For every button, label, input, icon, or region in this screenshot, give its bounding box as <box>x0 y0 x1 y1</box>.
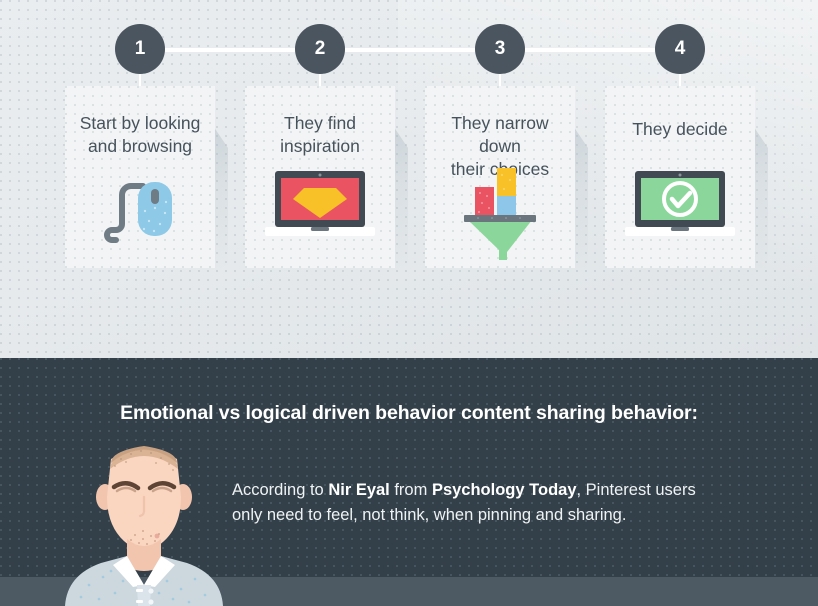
behavior-body-text: According to Nir Eyal from Psychology To… <box>232 478 710 528</box>
man-portrait-illustration <box>55 435 233 606</box>
step-card-3[interactable]: They narrow down their choices <box>425 86 575 268</box>
body-part-1: According to <box>232 481 329 499</box>
step-number-4: 4 <box>674 38 686 59</box>
step-badge-stem-4 <box>679 74 681 86</box>
step-title-line-2a: They find <box>284 113 356 133</box>
step-icon-wrap-4 <box>605 156 755 252</box>
timeline-segment-3-4 <box>524 48 656 52</box>
laptop-with-gem-icon <box>265 171 375 236</box>
step-title-line-4a: They decide <box>632 119 728 139</box>
step-badge-stem-2 <box>319 74 321 86</box>
step-title-line-2b: inspiration <box>280 136 360 157</box>
step-icon-wrap-3 <box>425 156 575 260</box>
timeline-segment-1-2 <box>164 48 296 52</box>
step-card-4[interactable]: They decide <box>605 86 755 268</box>
step-badge-1[interactable]: 1 <box>115 24 165 74</box>
man-portrait-svg <box>65 446 223 606</box>
step-badge-stem-1 <box>139 74 141 86</box>
body-bold-psychology-today: Psychology Today <box>431 481 577 499</box>
step-title-line-1b: and browsing <box>87 136 193 157</box>
step-number-3: 3 <box>494 38 506 59</box>
timeline-segment-2-3 <box>344 48 476 52</box>
step-card-title-4: They decide <box>605 118 755 141</box>
step-number-2: 2 <box>314 38 326 59</box>
behavior-heading: Emotional vs logical driven behavior con… <box>120 402 698 424</box>
step-card-1[interactable]: Start by looking and browsing <box>65 86 215 268</box>
step-badge-3[interactable]: 3 <box>475 24 525 74</box>
infographic-root: Start by looking and browsing 1 They fin… <box>0 0 818 606</box>
funnel-with-bars-icon <box>464 168 536 260</box>
step-badge-2[interactable]: 2 <box>295 24 345 74</box>
step-icon-wrap-2 <box>245 156 395 252</box>
steps-section: Start by looking and browsing 1 They fin… <box>0 0 818 358</box>
computer-mouse-icon <box>104 182 172 243</box>
step-badge-stem-3 <box>499 74 501 86</box>
step-title-line-1a: Start by looking <box>79 113 201 133</box>
step-card-title-1: Start by looking and browsing <box>65 112 215 158</box>
step-card-title-2: They find inspiration <box>245 112 395 158</box>
step-badge-4[interactable]: 4 <box>655 24 705 74</box>
step-number-1: 1 <box>134 38 146 59</box>
body-bold-nir-eyal: Nir Eyal <box>328 481 390 499</box>
step-icon-wrap-1 <box>65 156 215 252</box>
step-title-line-3a: They narrow down <box>451 113 549 157</box>
laptop-with-checkmark-icon <box>625 171 735 236</box>
step-card-2[interactable]: They find inspiration <box>245 86 395 268</box>
body-part-2: from <box>389 481 432 499</box>
